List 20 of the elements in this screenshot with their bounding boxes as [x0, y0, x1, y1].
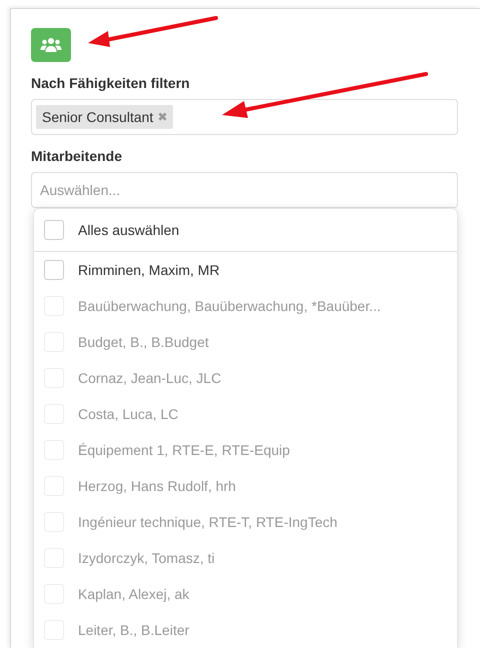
- employee-option: Bauüberwachung, Bauüberwachung, *Bauüber...: [78, 298, 381, 314]
- employees-select-field[interactable]: Auswählen...: [31, 172, 458, 208]
- employee-option[interactable]: Rimminen, Maxim, MR: [78, 262, 220, 278]
- employee-option: Cornaz, Jean-Luc, JLC: [78, 370, 222, 386]
- employee-option: Leiter, B., B.Leiter: [78, 622, 190, 638]
- employee-option: Équipement 1, RTE-E, RTE-Equip: [78, 442, 290, 458]
- team-icon: [31, 28, 71, 62]
- skills-filter-field[interactable]: Senior Consultant ✖: [31, 99, 458, 135]
- checkbox[interactable]: [44, 220, 64, 240]
- employee-option: Budget, B., B.Budget: [78, 334, 209, 350]
- checkbox[interactable]: [44, 260, 64, 280]
- employee-option: Izydorczyk, Tomasz, ti: [78, 550, 215, 566]
- tag-label: Senior Consultant: [42, 109, 154, 125]
- field-label: Nach Fähigkeiten filtern: [31, 75, 191, 91]
- field-label: Mitarbeitende: [31, 148, 124, 164]
- employee-option: Ingénieur technique, RTE-T, RTE-IngTech: [78, 514, 338, 530]
- select-all-option[interactable]: Alles auswählen: [78, 222, 180, 238]
- employee-option: Kaplan, Alexej, ak: [78, 586, 190, 602]
- employee-option: Herzog, Hans Rudolf, hrh: [78, 478, 236, 494]
- employee-option: Costa, Luca, LC: [78, 406, 178, 422]
